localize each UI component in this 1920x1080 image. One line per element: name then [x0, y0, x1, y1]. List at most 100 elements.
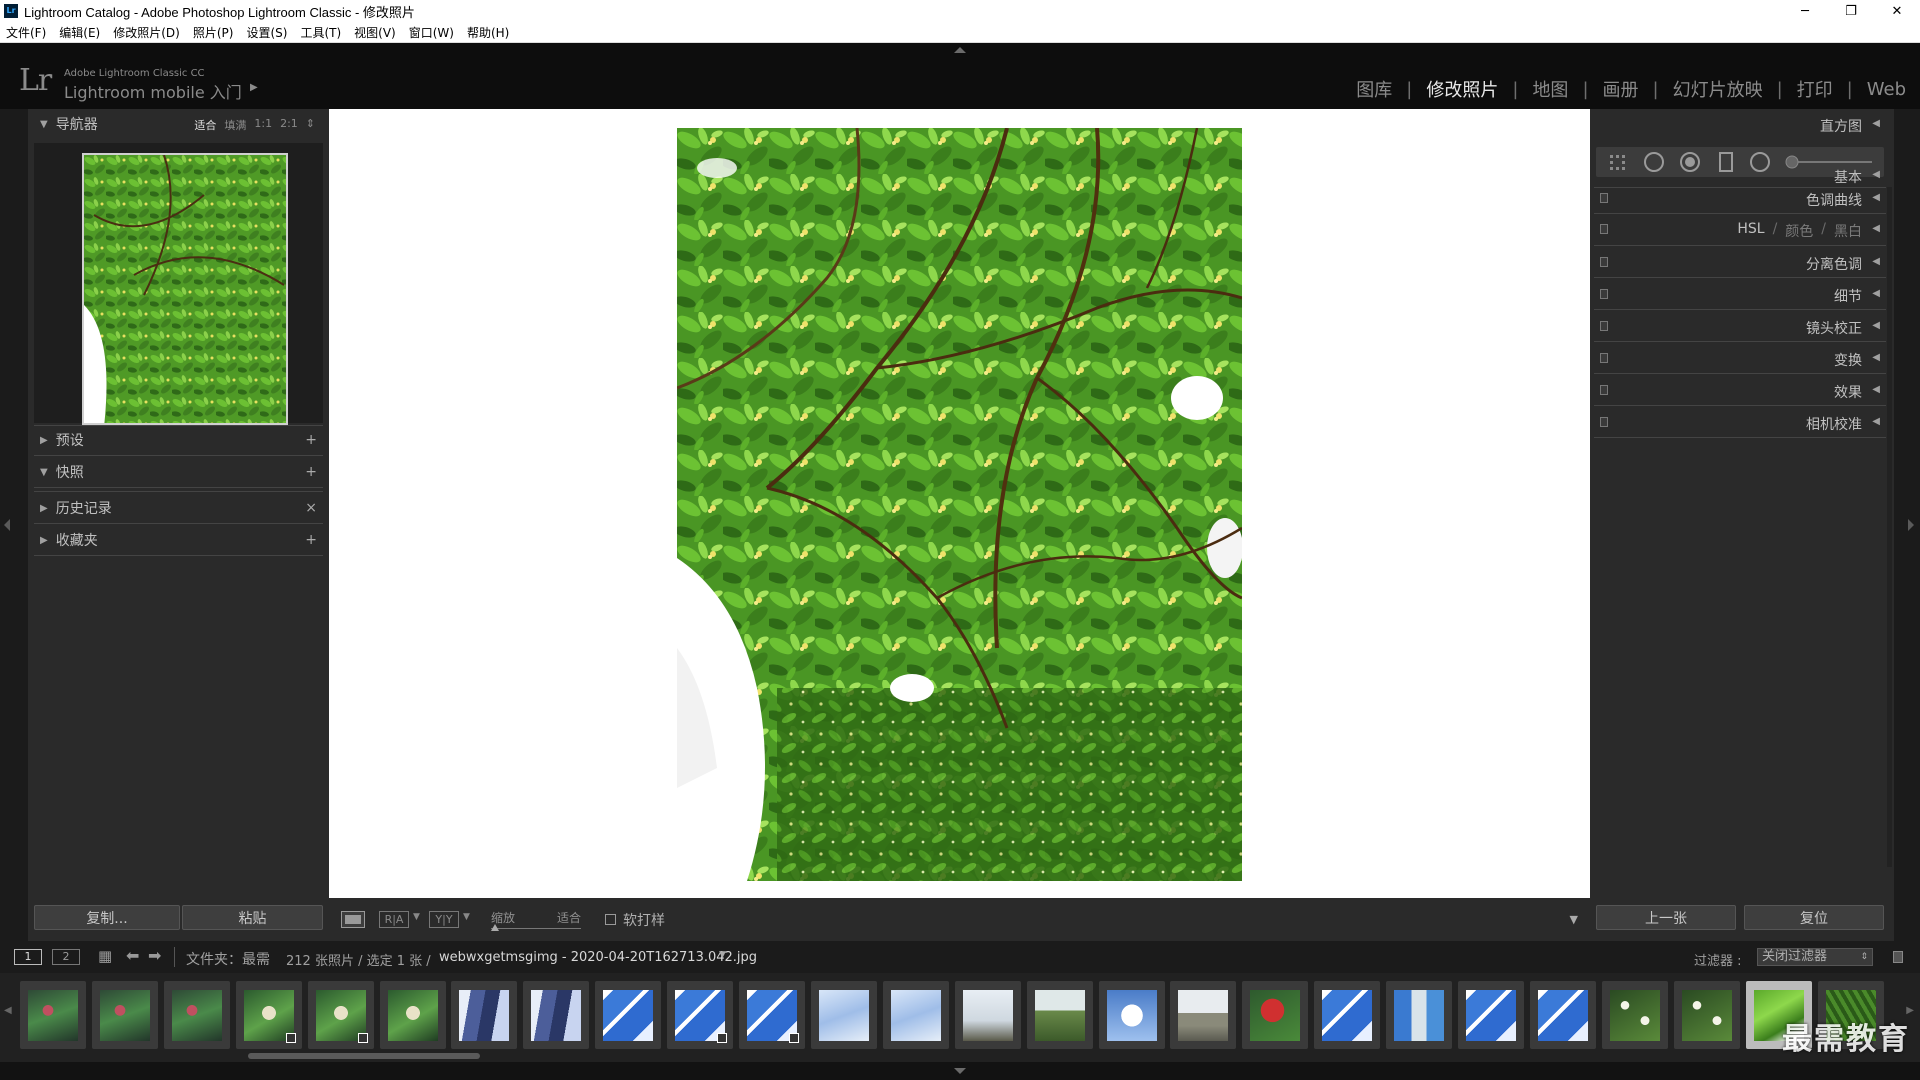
filmstrip-thumbnail[interactable]: [451, 981, 518, 1049]
filter-lock-icon[interactable]: [1893, 951, 1903, 963]
zoom-fit[interactable]: 适合: [194, 117, 216, 133]
hsl-header[interactable]: HSL / 颜色 / 黑白 ◀: [1594, 214, 1886, 244]
filename-dropdown-icon[interactable]: ▼: [719, 950, 726, 960]
collapse-bottom-icon[interactable]: [954, 1068, 966, 1074]
filmstrip-thumbnail[interactable]: [379, 981, 446, 1049]
copy-settings-button[interactable]: 复制...: [34, 905, 180, 930]
add-collection-icon[interactable]: +: [305, 532, 317, 548]
menu-file[interactable]: 文件(F): [6, 24, 46, 41]
collapse-left-icon[interactable]: [4, 519, 10, 531]
filmstrip-thumbnail[interactable]: [810, 981, 877, 1049]
minimize-button[interactable]: ─: [1782, 0, 1828, 22]
loupe-view-icon[interactable]: [341, 911, 365, 928]
basic-header[interactable]: 基本 ◀: [1594, 153, 1886, 186]
panel-toggle-icon[interactable]: [1600, 224, 1608, 234]
add-preset-icon[interactable]: +: [305, 432, 317, 448]
zoom-fill[interactable]: 填满: [224, 117, 246, 133]
color-tab[interactable]: 颜色: [1785, 221, 1813, 241]
zoom-1-1[interactable]: 1:1: [254, 117, 272, 133]
menu-develop[interactable]: 修改照片(D): [113, 24, 180, 41]
right-panel-scrollbar[interactable]: [1887, 187, 1892, 867]
forward-arrow-icon[interactable]: ➡: [148, 946, 161, 965]
filmstrip-thumbnail[interactable]: [739, 981, 805, 1049]
bw-tab[interactable]: 黑白: [1834, 221, 1862, 241]
mobile-getting-started[interactable]: Lightroom mobile 入门: [64, 79, 242, 103]
filmstrip-thumbnail[interactable]: [20, 981, 86, 1049]
hsl-tab[interactable]: HSL: [1737, 221, 1764, 241]
filmstrip-thumbnail[interactable]: [1601, 981, 1668, 1049]
zoom-2-1[interactable]: 2:1: [280, 117, 298, 133]
menu-view[interactable]: 视图(V): [354, 24, 396, 41]
filmstrip-thumbnail[interactable]: [954, 981, 1021, 1049]
navigator-thumbnail[interactable]: [82, 153, 288, 425]
close-button[interactable]: ✕: [1874, 0, 1920, 22]
photo-canvas[interactable]: [329, 109, 1590, 898]
main-window-button[interactable]: 1: [14, 949, 42, 965]
panel-toggle-icon[interactable]: [1600, 289, 1608, 299]
panel-toggle-icon[interactable]: [1600, 321, 1608, 331]
module-develop[interactable]: 修改照片: [1426, 76, 1498, 102]
paste-settings-button[interactable]: 粘贴: [182, 905, 323, 930]
filmstrip-thumbnail[interactable]: [667, 981, 734, 1049]
filter-select[interactable]: 关闭过滤器 ⇕: [1757, 948, 1873, 966]
maximize-button[interactable]: ❐: [1828, 0, 1874, 22]
panel-toggle-icon[interactable]: [1600, 385, 1608, 395]
previous-button[interactable]: 上一张: [1596, 905, 1736, 930]
panel-toggle-icon[interactable]: [1600, 257, 1608, 267]
collapse-top-icon[interactable]: [954, 47, 966, 53]
reset-button[interactable]: 复位: [1744, 905, 1884, 930]
clear-history-icon[interactable]: ×: [305, 500, 317, 516]
filmstrip-thumbnail[interactable]: [1314, 981, 1381, 1049]
lens-corrections-header[interactable]: 镜头校正 ◀: [1594, 311, 1886, 341]
filmstrip-thumbnail[interactable]: [163, 981, 230, 1049]
menu-photo[interactable]: 照片(P): [193, 24, 234, 41]
history-header[interactable]: ▶ 历史记录 ×: [34, 495, 323, 521]
filmstrip-thumbnail[interactable]: [1170, 981, 1237, 1049]
snapshots-header[interactable]: ▼ 快照 +: [34, 459, 323, 485]
panel-toggle-icon[interactable]: [1600, 353, 1608, 363]
before-after-yy-icon[interactable]: Y|Y: [429, 911, 459, 928]
filmstrip-thumbnail[interactable]: [1386, 981, 1453, 1049]
filmstrip-thumbnail[interactable]: [235, 981, 302, 1049]
filmstrip-thumbnail[interactable]: [1098, 981, 1165, 1049]
zoom-slider[interactable]: [491, 928, 581, 929]
toolbar-menu-icon[interactable]: ▼: [1570, 913, 1578, 926]
menu-tools[interactable]: 工具(T): [300, 24, 341, 41]
filmstrip-thumbnail[interactable]: [882, 981, 949, 1049]
add-snapshot-icon[interactable]: +: [305, 464, 317, 480]
transform-header[interactable]: 变换 ◀: [1594, 343, 1886, 373]
module-book[interactable]: 画册: [1603, 76, 1639, 102]
grid-view-icon[interactable]: ▦: [98, 947, 112, 965]
dropdown-arrow-icon[interactable]: ▼: [413, 912, 420, 922]
selected-filename[interactable]: webwxgetmsgimg - 2020-04-20T162713.042.j…: [439, 950, 757, 965]
panel-toggle-icon[interactable]: [1600, 417, 1608, 427]
menu-window[interactable]: 窗口(W): [409, 24, 454, 41]
filmstrip-thumbnail[interactable]: [1673, 981, 1740, 1049]
filmstrip-thumbnail[interactable]: [1242, 981, 1309, 1049]
navigator-header[interactable]: ▼ 导航器 适合 填满 1:1 2:1 ⇕: [34, 111, 323, 137]
secondary-window-button[interactable]: 2: [52, 949, 80, 965]
detail-header[interactable]: 细节 ◀: [1594, 279, 1886, 309]
filmstrip-thumbnail[interactable]: [1458, 981, 1524, 1049]
zoom-slider-thumb[interactable]: [491, 924, 499, 931]
filmstrip-thumbnail[interactable]: [595, 981, 662, 1049]
module-web[interactable]: Web: [1867, 79, 1906, 100]
presets-header[interactable]: ▶ 预设 +: [34, 427, 323, 453]
before-after-ra-icon[interactable]: R|A: [379, 911, 409, 928]
effects-header[interactable]: 效果 ◀: [1594, 375, 1886, 405]
panel-toggle-icon[interactable]: [1600, 193, 1608, 203]
filmstrip-thumbnail[interactable]: [1026, 981, 1093, 1049]
source-label[interactable]: 文件夹：最需: [186, 949, 270, 969]
dropdown-arrow-icon[interactable]: ▼: [463, 912, 470, 922]
softproof-checkbox[interactable]: [605, 914, 616, 925]
tone-curve-header[interactable]: 色调曲线 ◀: [1594, 183, 1886, 213]
histogram-header[interactable]: 直方图 ◀: [1594, 109, 1886, 139]
filmstrip-thumbnail[interactable]: [523, 981, 590, 1049]
zoom-value[interactable]: 适合: [557, 909, 581, 926]
filmstrip-scrollbar[interactable]: [248, 1053, 480, 1059]
camera-calibration-header[interactable]: 相机校准 ◀: [1594, 407, 1886, 437]
back-arrow-icon[interactable]: ⬅: [126, 946, 139, 965]
collections-header[interactable]: ▶ 收藏夹 +: [34, 527, 323, 553]
menu-edit[interactable]: 编辑(E): [59, 24, 100, 41]
collapse-right-icon[interactable]: [1908, 519, 1914, 531]
